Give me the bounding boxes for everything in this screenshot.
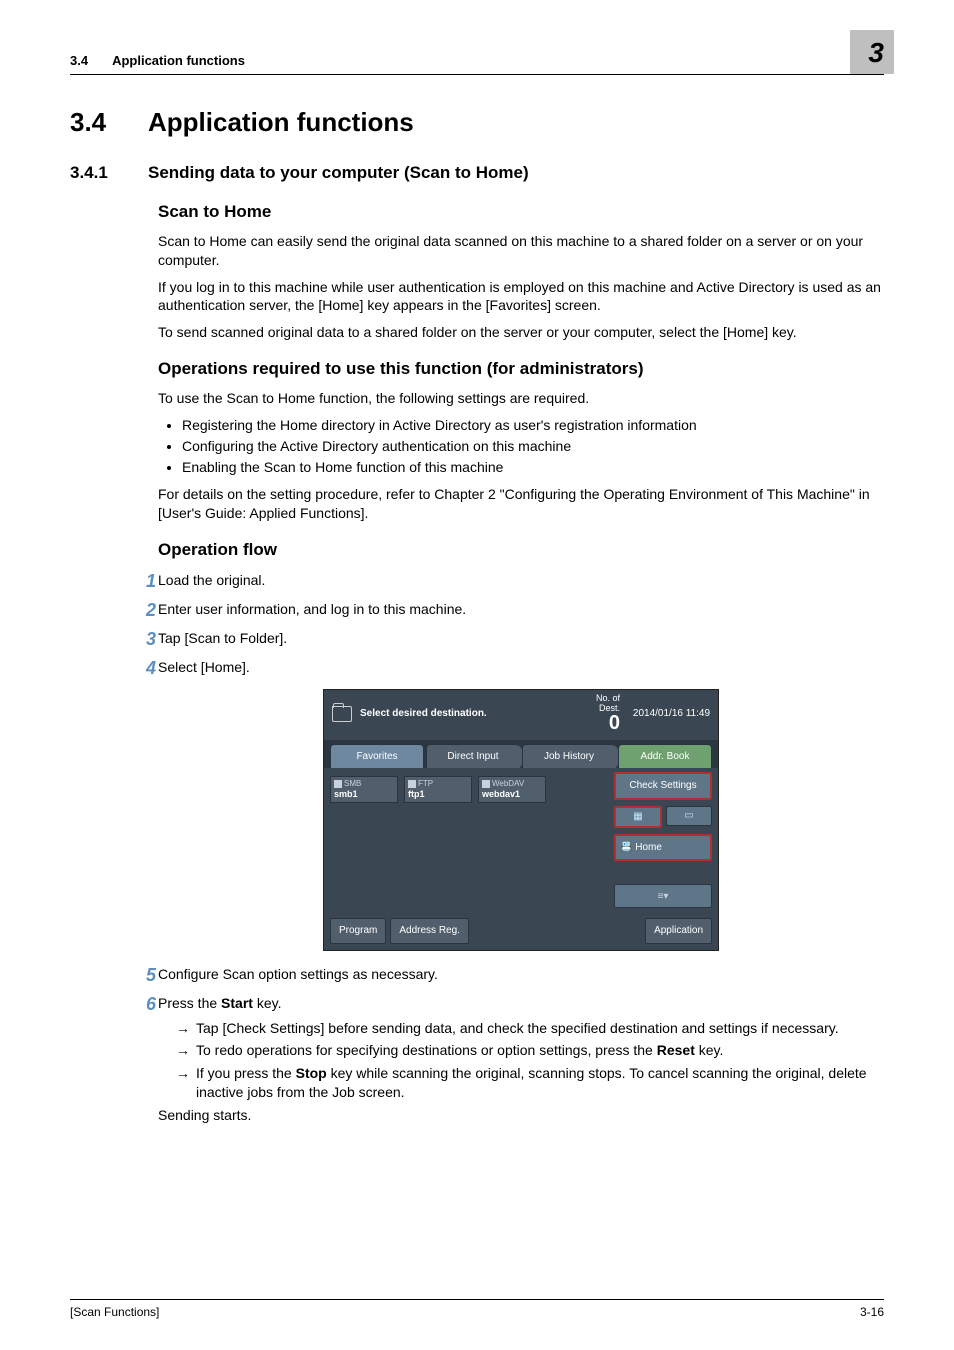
- step-number: 2: [134, 598, 156, 622]
- dest-chip-webdav[interactable]: WebDAV webdav1: [478, 776, 546, 802]
- ftp-icon: [408, 780, 416, 788]
- smb-icon: [334, 780, 342, 788]
- paragraph: To send scanned original data to a share…: [158, 323, 884, 342]
- dest-chip-smb[interactable]: SMB smb1: [330, 776, 398, 802]
- arrow-sublist: Tap [Check Settings] before sending data…: [176, 1019, 884, 1103]
- minor-heading-admin-ops: Operations required to use this function…: [158, 358, 884, 381]
- dest-chip-type: WebDAV: [492, 779, 524, 788]
- step-text: Enter user information, and log in to th…: [158, 601, 466, 617]
- step-item: 4Select [Home]. Select desired destinati…: [158, 658, 884, 951]
- dest-chip-type: SMB: [344, 779, 361, 788]
- list-view-icon[interactable]: ▭: [666, 806, 712, 826]
- screenshot-tabs: Favorites Direct Input Job History Addr.…: [324, 740, 718, 769]
- subsection-heading-title: Sending data to your computer (Scan to H…: [148, 163, 529, 182]
- device-screenshot: Select desired destination. No. of Dest.…: [323, 689, 719, 951]
- home-button[interactable]: 📇 Home: [614, 834, 712, 862]
- dest-chip-ftp[interactable]: FTP ftp1: [404, 776, 472, 802]
- bullet-item: Configuring the Active Directory authent…: [182, 437, 884, 456]
- step-closing: Sending starts.: [158, 1107, 251, 1123]
- step-item: 2Enter user information, and log in to t…: [158, 600, 884, 619]
- step-text: Select [Home].: [158, 659, 250, 675]
- subsection-heading: 3.4.1Sending data to your computer (Scan…: [70, 162, 884, 185]
- step-number: 6: [134, 992, 156, 1016]
- arrow-item: To redo operations for specifying destin…: [176, 1041, 884, 1060]
- step-text: Load the original.: [158, 572, 265, 588]
- screenshot-header: Select desired destination. No. of Dest.…: [324, 690, 718, 740]
- section-heading-num: 3.4: [70, 105, 148, 140]
- bullet-item: Enabling the Scan to Home function of th…: [182, 458, 884, 477]
- tab-direct-input[interactable]: Direct Input: [426, 744, 520, 769]
- arrow-item: Tap [Check Settings] before sending data…: [176, 1019, 884, 1038]
- dest-chip-name: smb1: [334, 789, 394, 800]
- address-reg-button[interactable]: Address Reg.: [390, 918, 469, 944]
- dest-count-block: No. of Dest. 0: [596, 694, 620, 734]
- dest-chip-name: webdav1: [482, 789, 542, 800]
- section-heading: 3.4Application functions: [70, 105, 884, 140]
- minor-heading-scan-to-home: Scan to Home: [158, 201, 884, 224]
- step-text: Tap [Scan to Folder].: [158, 630, 287, 646]
- step-number: 3: [134, 627, 156, 651]
- program-button[interactable]: Program: [330, 918, 386, 944]
- paragraph: For details on the setting procedure, re…: [158, 485, 884, 523]
- spacer: [473, 918, 641, 944]
- steps-list: 1Load the original. 2Enter user informat…: [158, 571, 884, 1125]
- dest-chip-type: FTP: [418, 779, 433, 788]
- paragraph: To use the Scan to Home function, the fo…: [158, 389, 884, 408]
- bullet-item: Registering the Home directory in Active…: [182, 416, 884, 435]
- step-text: Press the Start key.: [158, 995, 281, 1011]
- destination-area: SMB smb1 FTP ftp1 WebDAV webdav1: [324, 768, 608, 914]
- dest-chip-name: ftp1: [408, 789, 468, 800]
- tab-job-history[interactable]: Job History: [522, 744, 616, 769]
- bullet-list: Registering the Home directory in Active…: [158, 416, 884, 477]
- screenshot-footer: Program Address Reg. Application: [324, 914, 718, 950]
- folder-icon: [332, 706, 352, 722]
- paragraph: Scan to Home can easily send the origina…: [158, 232, 884, 270]
- step-number: 1: [134, 569, 156, 593]
- step-number: 5: [134, 963, 156, 987]
- scroll-indicator-icon[interactable]: ≡▾: [614, 884, 712, 908]
- screenshot-message: Select desired destination.: [360, 707, 596, 721]
- chapter-badge: 3: [850, 30, 894, 74]
- screenshot-main: SMB smb1 FTP ftp1 WebDAV webdav1: [324, 768, 718, 914]
- application-button[interactable]: Application: [645, 918, 712, 944]
- screenshot-sidebar: Check Settings ▦ ▭ 📇 Home ≡▾: [608, 768, 718, 914]
- footer-left: [Scan Functions]: [70, 1304, 159, 1320]
- running-header: 3.4 Application functions 3: [70, 30, 884, 75]
- runhead-title: Application functions: [112, 52, 850, 70]
- home-button-label: Home: [635, 842, 662, 853]
- runhead-section-num: 3.4: [70, 52, 88, 70]
- webdav-icon: [482, 780, 490, 788]
- step-item: 6Press the Start key. Tap [Check Setting…: [158, 994, 884, 1125]
- subsection-heading-num: 3.4.1: [70, 162, 148, 185]
- paragraph: If you log in to this machine while user…: [158, 278, 884, 316]
- section-heading-title: Application functions: [148, 107, 414, 137]
- minor-heading-operation-flow: Operation flow: [158, 539, 884, 562]
- step-item: 1Load the original.: [158, 571, 884, 590]
- check-settings-button[interactable]: Check Settings: [614, 772, 712, 800]
- dest-count-label: No. of Dest.: [596, 693, 620, 713]
- page-footer: [Scan Functions] 3-16: [70, 1299, 884, 1320]
- step-item: 5Configure Scan option settings as neces…: [158, 965, 884, 984]
- view-toggle-row: ▦ ▭: [614, 806, 712, 828]
- step-text: Configure Scan option settings as necess…: [158, 966, 438, 982]
- step-item: 3Tap [Scan to Folder].: [158, 629, 884, 648]
- footer-right: 3-16: [860, 1304, 884, 1320]
- screenshot-datetime: 2014/01/16 11:49: [620, 707, 710, 721]
- grid-view-icon[interactable]: ▦: [614, 806, 662, 828]
- tab-addr-book[interactable]: Addr. Book: [618, 744, 712, 769]
- dest-count-value: 0: [596, 712, 620, 734]
- arrow-item: If you press the Stop key while scanning…: [176, 1064, 884, 1102]
- step-number: 4: [134, 656, 156, 680]
- tab-favorites[interactable]: Favorites: [330, 744, 424, 769]
